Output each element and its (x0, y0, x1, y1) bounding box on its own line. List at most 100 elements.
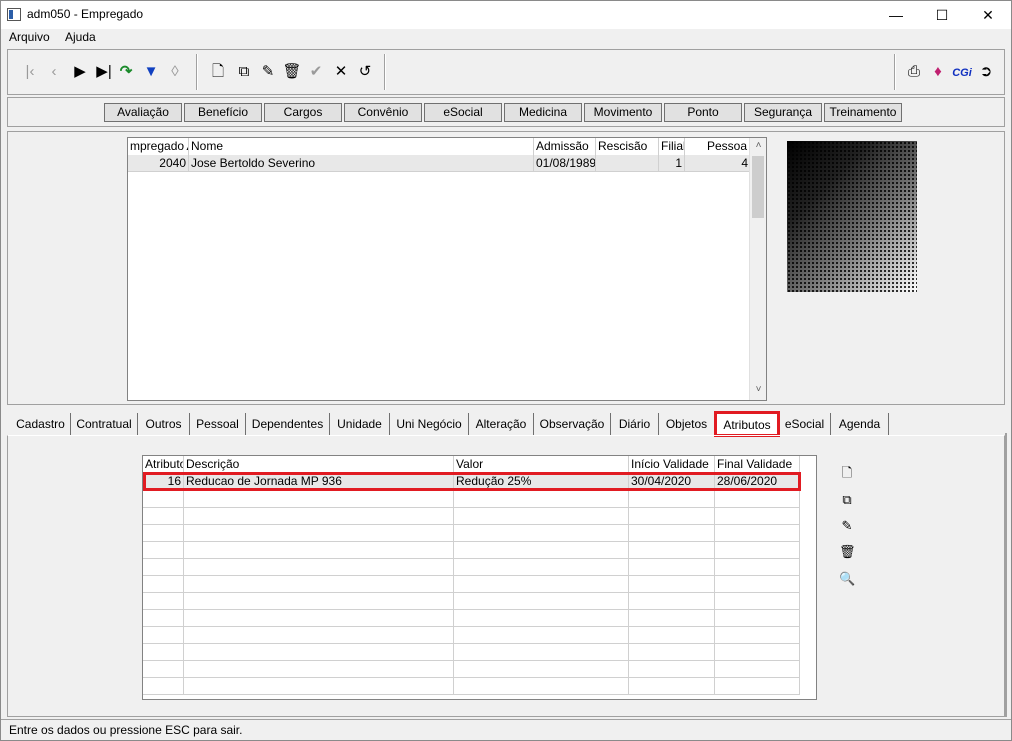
module-seguranca-button[interactable]: Segurança (744, 103, 822, 122)
close-button[interactable]: ✕ (965, 1, 1011, 29)
cell-pessoa: 4 (741, 156, 748, 170)
module-beneficio-button[interactable]: Benefício (184, 103, 262, 122)
new-icon[interactable]: 🗋 (839, 465, 855, 481)
column-header-admissao[interactable]: Admissão (534, 138, 596, 155)
empty-row[interactable] (143, 661, 800, 678)
new-icon[interactable]: 🗋 (208, 62, 228, 82)
empty-row[interactable] (143, 627, 800, 644)
employee-row[interactable]: 2040 Jose Bertoldo Severino 01/08/1989 1… (128, 155, 750, 172)
empty-cell (715, 576, 800, 593)
cancel-icon[interactable]: ✕ (331, 62, 351, 82)
tab-agenda[interactable]: Agenda (831, 413, 889, 435)
empty-cell (454, 678, 629, 695)
attributes-grid[interactable]: Atributo Descrição Valor Início Validade… (142, 455, 817, 700)
empty-cell (184, 559, 454, 576)
tab-uni-negocio[interactable]: Uni Negócio (390, 413, 469, 435)
empty-row[interactable] (143, 678, 800, 695)
status-text: Entre os dados ou pressione ESC para sai… (9, 723, 243, 737)
empty-row[interactable] (143, 644, 800, 661)
scroll-up-icon[interactable]: ˄ (750, 140, 767, 151)
tab-dependentes[interactable]: Dependentes (246, 413, 330, 435)
empty-row[interactable] (143, 559, 800, 576)
column-header-empregado[interactable]: mpregado▲ (128, 138, 189, 155)
prev-record-icon[interactable]: ‹ (44, 62, 64, 82)
module-esocial-button[interactable]: eSocial (424, 103, 502, 122)
empty-cell (715, 610, 800, 627)
cell-empregado: 2040 (128, 155, 189, 172)
tab-pessoal[interactable]: Pessoal (190, 413, 246, 435)
employee-grid-scrollbar[interactable]: ˄ ˅ (749, 138, 766, 400)
column-header-nome[interactable]: Nome (189, 138, 534, 155)
tab-unidade[interactable]: Unidade (330, 413, 390, 435)
empty-cell (454, 491, 629, 508)
empty-cell (454, 627, 629, 644)
delete-icon[interactable]: 🗑 (282, 62, 302, 82)
empty-cell (715, 644, 800, 661)
tab-contratual[interactable]: Contratual (71, 413, 138, 435)
empty-row[interactable] (143, 508, 800, 525)
clear-filter-icon[interactable]: ◊ (165, 62, 185, 82)
undo-icon[interactable]: ↺ (355, 62, 375, 82)
first-record-icon[interactable]: |‹ (20, 62, 40, 82)
confirm-icon[interactable]: ✔ (306, 62, 326, 82)
empty-row[interactable] (143, 610, 800, 627)
empty-cell (184, 644, 454, 661)
tab-alteracao[interactable]: Alteração (469, 413, 534, 435)
cgi-icon[interactable]: CGi (952, 62, 972, 82)
attribute-row[interactable]: 16 Reducao de Jornada MP 936 Redução 25%… (143, 473, 800, 490)
minimize-button[interactable]: — (873, 1, 919, 29)
column-header-pessoa[interactable]: Pessoa (685, 138, 750, 155)
copy-icon[interactable]: ⧉ (234, 62, 254, 82)
menu-bar: Arquivo Ajuda (1, 29, 1011, 47)
search-icon[interactable]: 🔍 (839, 571, 855, 587)
column-header-descricao[interactable]: Descrição (184, 456, 454, 473)
menu-arquivo[interactable]: Arquivo (9, 30, 50, 44)
copy-icon[interactable]: ⧉ (839, 492, 855, 508)
module-convenio-button[interactable]: Convênio (344, 103, 422, 122)
column-header-atributo[interactable]: Atributo (143, 456, 184, 473)
last-record-icon[interactable]: ▶| (94, 62, 114, 82)
scroll-thumb[interactable] (752, 156, 764, 218)
refresh-icon[interactable]: ↷ (116, 62, 136, 82)
empty-cell (715, 559, 800, 576)
tab-objetos[interactable]: Objetos (659, 413, 715, 435)
module-cargos-button[interactable]: Cargos (264, 103, 342, 122)
empty-row[interactable] (143, 491, 800, 508)
empty-row[interactable] (143, 542, 800, 559)
tab-observacao[interactable]: Observação (534, 413, 611, 435)
tab-diario[interactable]: Diário (611, 413, 659, 435)
column-header-rescisao[interactable]: Rescisão (596, 138, 659, 155)
tab-outros[interactable]: Outros (138, 413, 190, 435)
column-header-final-validade[interactable]: Final Validade (715, 456, 800, 473)
module-treinamento-button[interactable]: Treinamento (824, 103, 902, 122)
edit-icon[interactable]: ✎ (839, 518, 855, 534)
empty-cell (184, 678, 454, 695)
module-avaliacao-button[interactable]: Avaliação (104, 103, 182, 122)
tab-atributos[interactable]: Atributos (714, 411, 780, 437)
delete-icon[interactable]: 🗑 (839, 544, 856, 560)
book-icon[interactable]: ♦ (928, 62, 948, 82)
maximize-button[interactable]: ☐ (919, 1, 965, 29)
column-header-inicio-validade[interactable]: Início Validade (629, 456, 715, 473)
next-record-icon[interactable]: ▶ (70, 62, 90, 82)
scroll-down-icon[interactable]: ˅ (750, 384, 767, 395)
column-header-filial[interactable]: Filial (659, 138, 685, 155)
print-icon[interactable]: ⎙ (904, 62, 924, 82)
module-medicina-button[interactable]: Medicina (504, 103, 582, 122)
module-ponto-button[interactable]: Ponto (664, 103, 742, 122)
empty-row[interactable] (143, 593, 800, 610)
empty-cell (143, 508, 184, 525)
empty-row[interactable] (143, 525, 800, 542)
filter-icon[interactable]: ▼ (141, 62, 161, 82)
employee-grid[interactable]: mpregado▲ Nome Admissão Rescisão Filial … (127, 137, 767, 401)
empty-row[interactable] (143, 576, 800, 593)
empty-cell (143, 525, 184, 542)
employee-photo (787, 141, 917, 292)
menu-ajuda[interactable]: Ajuda (65, 30, 96, 44)
tab-esocial[interactable]: eSocial (779, 413, 831, 435)
edit-icon[interactable]: ✎ (258, 62, 278, 82)
module-movimento-button[interactable]: Movimento (584, 103, 662, 122)
column-header-valor[interactable]: Valor (454, 456, 629, 473)
tab-cadastro[interactable]: Cadastro (11, 413, 71, 435)
exit-icon[interactable]: ➲ (976, 62, 996, 82)
